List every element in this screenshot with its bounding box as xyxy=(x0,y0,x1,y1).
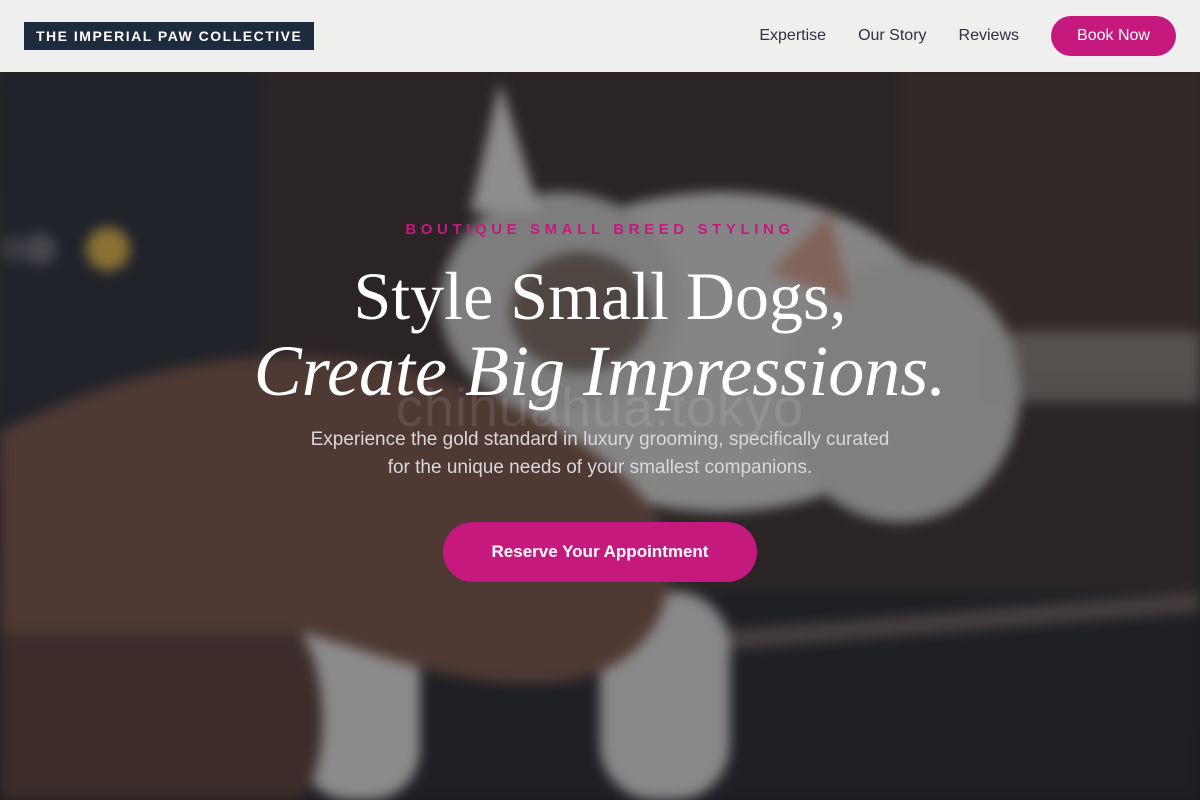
hero-section: BOUTIQUE SMALL BREED STYLING chihuahua.t… xyxy=(0,72,1200,800)
nav-link-our-story[interactable]: Our Story xyxy=(858,27,926,45)
hero-subheadline-line2: for the unique needs of your smallest co… xyxy=(387,457,813,478)
main-nav: Expertise Our Story Reviews Book Now xyxy=(759,16,1176,56)
hero-subheadline-line1: Experience the gold standard in luxury g… xyxy=(310,429,890,450)
site-header: THE IMPERIAL PAW COLLECTIVE Expertise Ou… xyxy=(0,0,1200,72)
hero-eyebrow: BOUTIQUE SMALL BREED STYLING xyxy=(405,221,795,238)
nav-link-reviews[interactable]: Reviews xyxy=(959,27,1019,45)
book-now-button[interactable]: Book Now xyxy=(1051,16,1176,56)
nav-link-expertise[interactable]: Expertise xyxy=(759,27,826,45)
reserve-appointment-button[interactable]: Reserve Your Appointment xyxy=(443,522,757,582)
hero-headline-line2: Create Big Impressions. xyxy=(253,331,947,411)
page: THE IMPERIAL PAW COLLECTIVE Expertise Ou… xyxy=(0,0,1200,800)
hero-headline-line1: Style Small Dogs, xyxy=(353,258,847,334)
hero-subheadline: Experience the gold standard in luxury g… xyxy=(260,426,940,482)
brand-logo[interactable]: THE IMPERIAL PAW COLLECTIVE xyxy=(24,22,315,50)
hero-headline: Style Small Dogs, Create Big Impressions… xyxy=(0,258,1200,408)
